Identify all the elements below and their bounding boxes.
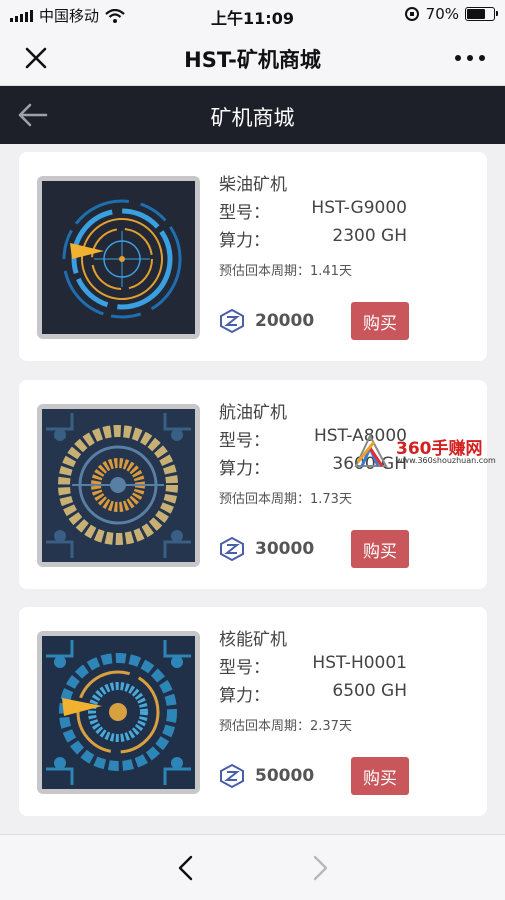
coin-icon <box>220 536 244 562</box>
wechat-title: HST-矿机商城 <box>184 48 321 72</box>
hashrate-value: 6500 GH <box>332 681 407 701</box>
hashrate-label: 算力： <box>219 459 270 479</box>
product-card: 柴油矿机 型号： HST-G9000 算力： 2300 GH 预估回本周期：1.41… <box>19 152 487 361</box>
app-header: 矿机商城 <box>0 86 505 144</box>
hashrate-label: 算力： <box>219 231 270 251</box>
product-list: 柴油矿机 型号： HST-G9000 算力： 2300 GH 预估回本周期：1.41… <box>0 144 505 834</box>
product-price: 30000 <box>255 539 315 559</box>
model-label: 型号： <box>219 431 270 451</box>
watermark-url: www.360shouzhuan.com <box>396 456 496 465</box>
battery-icon <box>465 7 498 21</box>
model-value: HST-H0001 <box>312 653 407 673</box>
coin-icon <box>220 763 244 789</box>
product-price: 20000 <box>255 311 315 331</box>
buy-button[interactable]: 购买 <box>351 530 409 568</box>
forward-chevron-icon[interactable] <box>305 853 335 883</box>
page-title: 矿机商城 <box>210 106 295 130</box>
coin-icon <box>220 308 244 334</box>
payback-period: 预估回本周期：1.41天 <box>219 264 352 279</box>
buy-button[interactable]: 购买 <box>351 302 409 340</box>
product-name: 航油矿机 <box>219 403 287 423</box>
more-icon[interactable] <box>455 48 485 68</box>
buy-button[interactable]: 购买 <box>351 757 409 795</box>
product-name: 核能矿机 <box>219 630 287 650</box>
model-label: 型号： <box>219 658 270 678</box>
product-image <box>37 404 200 567</box>
status-bar: 中国移动 上午11:09 70% <box>0 0 505 30</box>
model-value: HST-G9000 <box>311 198 407 218</box>
product-card: 核能矿机 型号： HST-H0001 算力： 6500 GH 预估回本周期：2.37… <box>19 607 487 816</box>
rotation-lock-icon <box>404 7 419 21</box>
watermark-logo-icon <box>354 433 388 467</box>
product-name: 柴油矿机 <box>219 175 287 195</box>
watermark: 360手赚网 www.360shouzhuan.com <box>352 432 502 468</box>
bottom-nav-bar <box>0 834 505 900</box>
product-card: 航油矿机 型号： HST-A8000 算力： 3600 GH 预估回本周期：1.73… <box>19 380 487 589</box>
product-image <box>37 631 200 794</box>
payback-period: 预估回本周期：1.73天 <box>219 492 352 507</box>
model-label: 型号： <box>219 203 270 223</box>
back-chevron-icon[interactable] <box>171 853 201 883</box>
product-price: 50000 <box>255 766 315 786</box>
hashrate-value: 2300 GH <box>332 226 407 246</box>
wechat-nav-bar: HST-矿机商城 <box>0 30 505 86</box>
payback-period: 预估回本周期：2.37天 <box>219 719 352 734</box>
battery-percent: 70% <box>425 5 459 23</box>
hashrate-label: 算力： <box>219 686 270 706</box>
product-image <box>37 176 200 339</box>
